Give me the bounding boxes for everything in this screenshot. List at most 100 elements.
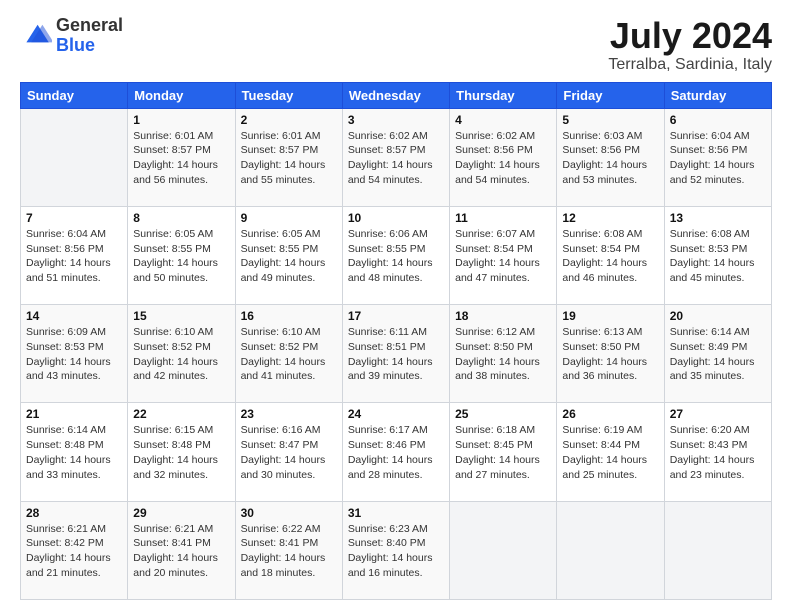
day-info: Sunrise: 6:02 AM Sunset: 8:57 PM Dayligh…: [348, 129, 444, 188]
header-saturday: Saturday: [664, 82, 771, 108]
header-monday: Monday: [128, 82, 235, 108]
table-row: 31 Sunrise: 6:23 AM Sunset: 8:40 PM Dayli…: [342, 501, 449, 599]
day-info: Sunrise: 6:23 AM Sunset: 8:40 PM Dayligh…: [348, 522, 444, 581]
table-row: 23Sunrise: 6:16 AM Sunset: 8:47 PM Dayli…: [235, 403, 342, 501]
day-info: Sunrise: 6:17 AM Sunset: 8:46 PM Dayligh…: [348, 423, 444, 482]
table-row: 13Sunrise: 6:08 AM Sunset: 8:53 PM Dayli…: [664, 206, 771, 304]
table-row: 10Sunrise: 6:06 AM Sunset: 8:55 PM Dayli…: [342, 206, 449, 304]
day-info: Sunrise: 6:01 AM Sunset: 8:57 PM Dayligh…: [133, 129, 229, 188]
calendar-week-2: 7 Sunrise: 6:04 AM Sunset: 8:56 PM Daylig…: [21, 206, 772, 304]
day-info: Sunrise: 6:20 AM Sunset: 8:43 PM Dayligh…: [670, 423, 766, 482]
day-number: 10: [348, 211, 444, 225]
day-info: Sunrise: 6:14 AM Sunset: 8:49 PM Dayligh…: [670, 325, 766, 384]
table-row: 29 Sunrise: 6:21 AM Sunset: 8:41 PM Dayli…: [128, 501, 235, 599]
table-row: [664, 501, 771, 599]
day-number: 29: [133, 506, 229, 520]
day-number: 20: [670, 309, 766, 323]
day-number: 3: [348, 113, 444, 127]
calendar-table: Sunday Monday Tuesday Wednesday Thursday…: [20, 82, 772, 600]
day-number: 12: [562, 211, 658, 225]
table-row: 20 Sunrise: 6:14 AM Sunset: 8:49 PM Dayli…: [664, 305, 771, 403]
day-number: 25: [455, 407, 551, 421]
day-number: 27: [670, 407, 766, 421]
logo-general: General: [56, 16, 123, 36]
table-row: 28 Sunrise: 6:21 AM Sunset: 8:42 PM Dayli…: [21, 501, 128, 599]
logo-text: General Blue: [56, 16, 123, 56]
table-row: 24 Sunrise: 6:17 AM Sunset: 8:46 PM Dayli…: [342, 403, 449, 501]
day-number: 30: [241, 506, 337, 520]
day-info: Sunrise: 6:07 AM Sunset: 8:54 PM Dayligh…: [455, 227, 551, 286]
day-info: Sunrise: 6:12 AM Sunset: 8:50 PM Dayligh…: [455, 325, 551, 384]
day-number: 9: [241, 211, 337, 225]
day-info: Sunrise: 6:05 AM Sunset: 8:55 PM Dayligh…: [241, 227, 337, 286]
day-info: Sunrise: 6:02 AM Sunset: 8:56 PM Dayligh…: [455, 129, 551, 188]
table-row: 11Sunrise: 6:07 AM Sunset: 8:54 PM Dayli…: [450, 206, 557, 304]
day-number: 7: [26, 211, 122, 225]
table-row: 21Sunrise: 6:14 AM Sunset: 8:48 PM Dayli…: [21, 403, 128, 501]
day-info: Sunrise: 6:08 AM Sunset: 8:53 PM Dayligh…: [670, 227, 766, 286]
table-row: 18 Sunrise: 6:12 AM Sunset: 8:50 PM Dayli…: [450, 305, 557, 403]
calendar-week-4: 21Sunrise: 6:14 AM Sunset: 8:48 PM Dayli…: [21, 403, 772, 501]
table-row: 15 Sunrise: 6:10 AM Sunset: 8:52 PM Dayli…: [128, 305, 235, 403]
day-info: Sunrise: 6:04 AM Sunset: 8:56 PM Dayligh…: [26, 227, 122, 286]
header-friday: Friday: [557, 82, 664, 108]
day-info: Sunrise: 6:21 AM Sunset: 8:42 PM Dayligh…: [26, 522, 122, 581]
day-number: 1: [133, 113, 229, 127]
title-block: July 2024 Terralba, Sardinia, Italy: [608, 16, 772, 74]
header-thursday: Thursday: [450, 82, 557, 108]
table-row: [21, 108, 128, 206]
header: General Blue July 2024 Terralba, Sardini…: [20, 16, 772, 74]
table-row: 30Sunrise: 6:22 AM Sunset: 8:41 PM Dayli…: [235, 501, 342, 599]
calendar-week-1: 1 Sunrise: 6:01 AM Sunset: 8:57 PM Daylig…: [21, 108, 772, 206]
calendar-week-5: 28 Sunrise: 6:21 AM Sunset: 8:42 PM Dayli…: [21, 501, 772, 599]
day-number: 14: [26, 309, 122, 323]
day-info: Sunrise: 6:03 AM Sunset: 8:56 PM Dayligh…: [562, 129, 658, 188]
day-info: Sunrise: 6:11 AM Sunset: 8:51 PM Dayligh…: [348, 325, 444, 384]
day-number: 18: [455, 309, 551, 323]
table-row: 22Sunrise: 6:15 AM Sunset: 8:48 PM Dayli…: [128, 403, 235, 501]
table-row: [557, 501, 664, 599]
table-row: 6Sunrise: 6:04 AM Sunset: 8:56 PM Daylig…: [664, 108, 771, 206]
day-info: Sunrise: 6:13 AM Sunset: 8:50 PM Dayligh…: [562, 325, 658, 384]
logo-icon: [20, 20, 52, 52]
table-row: 14 Sunrise: 6:09 AM Sunset: 8:53 PM Dayli…: [21, 305, 128, 403]
table-row: 9 Sunrise: 6:05 AM Sunset: 8:55 PM Daylig…: [235, 206, 342, 304]
day-number: 2: [241, 113, 337, 127]
calendar-header-row: Sunday Monday Tuesday Wednesday Thursday…: [21, 82, 772, 108]
day-number: 28: [26, 506, 122, 520]
day-info: Sunrise: 6:04 AM Sunset: 8:56 PM Dayligh…: [670, 129, 766, 188]
table-row: 16 Sunrise: 6:10 AM Sunset: 8:52 PM Dayli…: [235, 305, 342, 403]
day-number: 24: [348, 407, 444, 421]
day-info: Sunrise: 6:01 AM Sunset: 8:57 PM Dayligh…: [241, 129, 337, 188]
day-info: Sunrise: 6:19 AM Sunset: 8:44 PM Dayligh…: [562, 423, 658, 482]
day-info: Sunrise: 6:14 AM Sunset: 8:48 PM Dayligh…: [26, 423, 122, 482]
day-number: 4: [455, 113, 551, 127]
day-number: 23: [241, 407, 337, 421]
table-row: 1 Sunrise: 6:01 AM Sunset: 8:57 PM Daylig…: [128, 108, 235, 206]
day-info: Sunrise: 6:09 AM Sunset: 8:53 PM Dayligh…: [26, 325, 122, 384]
day-info: Sunrise: 6:10 AM Sunset: 8:52 PM Dayligh…: [133, 325, 229, 384]
day-number: 16: [241, 309, 337, 323]
table-row: 25 Sunrise: 6:18 AM Sunset: 8:45 PM Dayli…: [450, 403, 557, 501]
day-number: 17: [348, 309, 444, 323]
day-number: 15: [133, 309, 229, 323]
calendar-week-3: 14 Sunrise: 6:09 AM Sunset: 8:53 PM Dayli…: [21, 305, 772, 403]
day-number: 5: [562, 113, 658, 127]
table-row: 26Sunrise: 6:19 AM Sunset: 8:44 PM Dayli…: [557, 403, 664, 501]
table-row: 3 Sunrise: 6:02 AM Sunset: 8:57 PM Daylig…: [342, 108, 449, 206]
table-row: 27 Sunrise: 6:20 AM Sunset: 8:43 PM Dayli…: [664, 403, 771, 501]
day-number: 8: [133, 211, 229, 225]
day-info: Sunrise: 6:10 AM Sunset: 8:52 PM Dayligh…: [241, 325, 337, 384]
table-row: 17 Sunrise: 6:11 AM Sunset: 8:51 PM Dayli…: [342, 305, 449, 403]
logo-blue: Blue: [56, 36, 123, 56]
table-row: 7 Sunrise: 6:04 AM Sunset: 8:56 PM Daylig…: [21, 206, 128, 304]
table-row: [450, 501, 557, 599]
month-title: July 2024: [608, 16, 772, 56]
day-info: Sunrise: 6:18 AM Sunset: 8:45 PM Dayligh…: [455, 423, 551, 482]
page: General Blue July 2024 Terralba, Sardini…: [0, 0, 792, 612]
day-info: Sunrise: 6:08 AM Sunset: 8:54 PM Dayligh…: [562, 227, 658, 286]
day-info: Sunrise: 6:21 AM Sunset: 8:41 PM Dayligh…: [133, 522, 229, 581]
header-wednesday: Wednesday: [342, 82, 449, 108]
day-number: 31: [348, 506, 444, 520]
table-row: 4 Sunrise: 6:02 AM Sunset: 8:56 PM Daylig…: [450, 108, 557, 206]
